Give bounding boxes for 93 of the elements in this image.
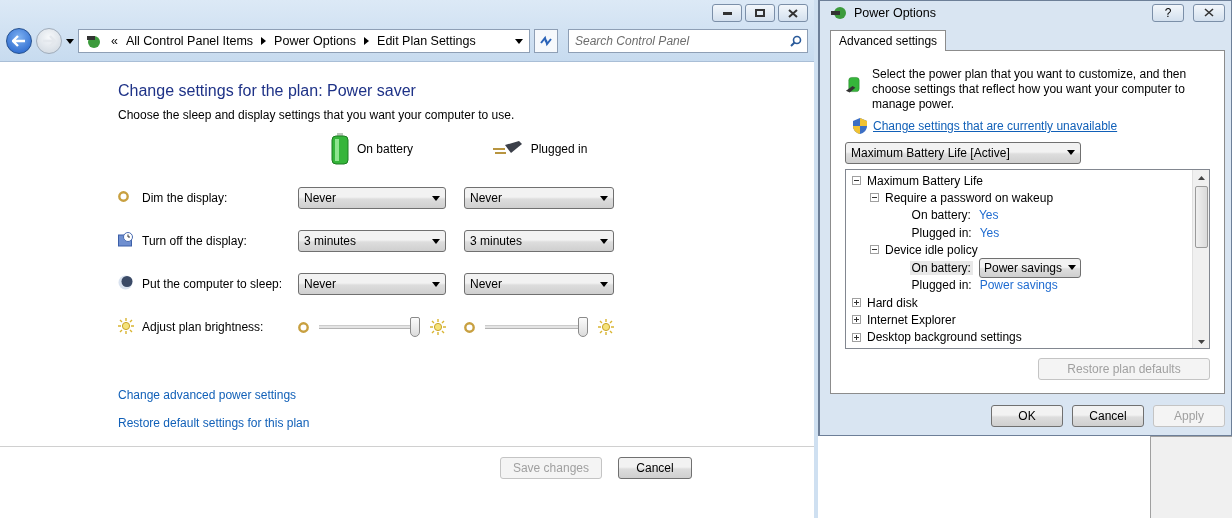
- caret-icon: [432, 238, 440, 244]
- minimize-button[interactable]: [712, 4, 742, 22]
- caret-icon: [600, 195, 608, 201]
- breadcrumb-overflow[interactable]: «: [111, 34, 118, 48]
- column-header: On battery: [357, 142, 413, 156]
- close-button[interactable]: [1193, 3, 1225, 22]
- caret-icon: [600, 281, 608, 287]
- setting-label: Adjust plan brightness:: [142, 320, 265, 334]
- setting-label: Put the computer to sleep:: [142, 277, 284, 291]
- tree-item[interactable]: Require a password on wakeup: [885, 190, 1054, 205]
- monitor-clock-icon: [118, 232, 134, 247]
- time-dropdown[interactable]: Never: [298, 273, 446, 295]
- maximize-icon: [755, 9, 765, 17]
- caret-icon: [1067, 150, 1075, 156]
- ok-button[interactable]: OK: [991, 405, 1063, 427]
- setting-value-link[interactable]: Yes: [979, 225, 1000, 240]
- time-dropdown[interactable]: 3 minutes: [464, 230, 614, 252]
- tree-item[interactable]: Device idle policy: [885, 242, 978, 257]
- column-header: Plugged in: [530, 142, 588, 156]
- refresh-button[interactable]: [534, 29, 558, 53]
- moon-icon: [118, 275, 133, 290]
- settings-link[interactable]: Change advanced power settings: [118, 388, 297, 402]
- time-dropdown[interactable]: Never: [298, 187, 446, 209]
- search-field[interactable]: Search Control Panel: [568, 29, 808, 53]
- cancel-button[interactable]: Cancel: [1072, 405, 1144, 427]
- expand-icon[interactable]: [852, 298, 861, 308]
- cancel-button[interactable]: Cancel: [618, 457, 692, 479]
- address-bar[interactable]: « All Control Panel Items Power Options Edit Plan Settings: [78, 29, 530, 53]
- slider-thumb[interactable]: [410, 317, 420, 337]
- close-icon: [1204, 8, 1214, 18]
- time-dropdown[interactable]: Never: [464, 187, 614, 209]
- breadcrumb-item[interactable]: All Control Panel Items: [125, 34, 254, 48]
- back-arrow-icon: [12, 35, 26, 47]
- expand-icon[interactable]: [852, 332, 861, 342]
- breadcrumb-item[interactable]: Power Options: [274, 34, 357, 48]
- dialog-title: Power Options: [854, 5, 937, 20]
- setting-dropdown[interactable]: Power savings: [978, 257, 1081, 278]
- tree-item[interactable]: Hard disk: [867, 295, 918, 310]
- scrollbar[interactable]: [1192, 169, 1209, 348]
- setting-value-link[interactable]: Power savings: [979, 278, 1058, 293]
- plan-dropdown[interactable]: Maximum Battery Life [Active]: [845, 141, 1081, 164]
- breadcrumb-item[interactable]: Edit Plan Settings: [377, 34, 476, 48]
- collapse-icon[interactable]: [852, 176, 861, 186]
- page-description: Choose the sleep and display settings that you want your computer to use.: [118, 108, 516, 122]
- setting-label: Plugged in:: [910, 225, 973, 240]
- breadcrumb-arrow-icon[interactable]: [364, 37, 370, 45]
- settings-link[interactable]: Restore default settings for this plan: [118, 416, 310, 430]
- dim-icon: [464, 321, 475, 333]
- setting-value-link[interactable]: Yes: [978, 208, 999, 223]
- setting-label: Turn off the display:: [142, 234, 248, 248]
- address-dropdown-icon: [515, 38, 523, 44]
- close-button[interactable]: [778, 4, 808, 22]
- history-caret-icon: [66, 38, 74, 44]
- breadcrumb-arrow-icon[interactable]: [261, 37, 267, 45]
- refresh-icon: [539, 35, 553, 47]
- setting-label: On battery:: [910, 208, 972, 223]
- dim-icon: [298, 321, 309, 333]
- close-icon: [788, 8, 798, 18]
- scroll-down-icon[interactable]: [1197, 339, 1205, 344]
- setting-label: Dim the display:: [142, 191, 229, 205]
- minimize-icon: [722, 11, 732, 15]
- collapse-icon[interactable]: [870, 245, 879, 255]
- collapse-icon[interactable]: [870, 193, 879, 203]
- caret-icon: [1068, 265, 1076, 271]
- tree-item[interactable]: Internet Explorer: [867, 312, 956, 327]
- page-title: Change settings for the plan: Power saver: [118, 82, 417, 100]
- caret-icon: [600, 238, 608, 244]
- caret-icon: [432, 281, 440, 287]
- power-options-icon: [830, 4, 848, 21]
- back-button[interactable]: [6, 28, 32, 54]
- help-button[interactable]: ?: [1152, 3, 1184, 22]
- maximize-button[interactable]: [745, 4, 775, 22]
- time-dropdown[interactable]: 3 minutes: [298, 230, 446, 252]
- scroll-up-icon[interactable]: [1197, 175, 1205, 180]
- setting-label: On battery:: [909, 260, 973, 275]
- battery-icon: [331, 133, 349, 165]
- dim-icon: [118, 191, 129, 202]
- sun-icon: [430, 319, 446, 335]
- tab[interactable]: Advanced settings: [830, 29, 947, 51]
- expand-icon[interactable]: [852, 315, 861, 325]
- admin-settings-link[interactable]: Change settings that are currently unavailable: [873, 118, 1118, 133]
- control-panel-icon: [85, 33, 103, 49]
- caret-icon: [432, 195, 440, 201]
- shield-icon: [853, 117, 867, 134]
- tree-item[interactable]: Desktop background settings: [867, 330, 1022, 345]
- setting-label: Plugged in:: [910, 278, 973, 293]
- search-icon[interactable]: [790, 35, 802, 47]
- sun-icon: [598, 319, 614, 335]
- intro-text: Select the power plan that you want to customize, and then choose settings that reflect how you want your computer to manage power.: [872, 66, 1188, 112]
- time-dropdown[interactable]: Never: [464, 273, 614, 295]
- sun-icon: [118, 317, 134, 334]
- slider-thumb[interactable]: [578, 317, 588, 337]
- tree-item[interactable]: Maximum Battery Life: [867, 173, 984, 188]
